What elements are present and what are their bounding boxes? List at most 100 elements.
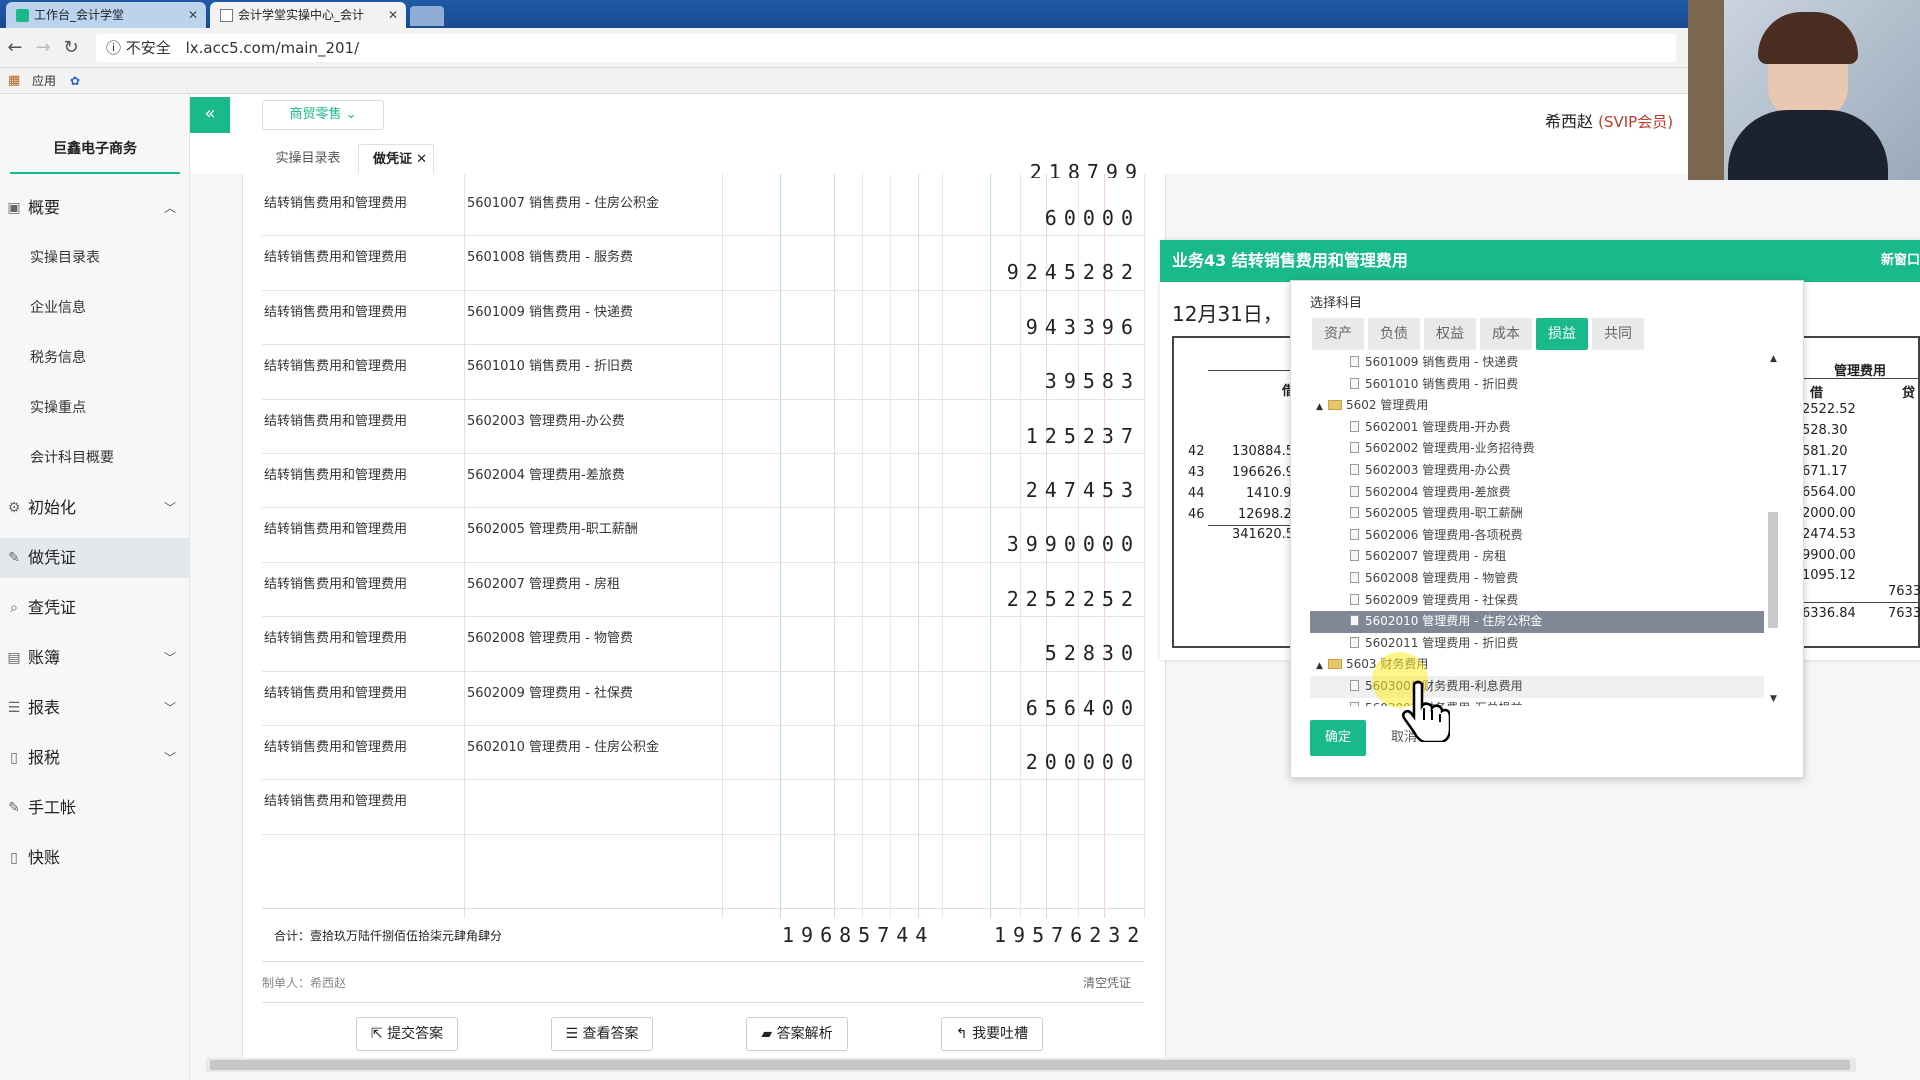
tree-leaf[interactable]: 5602004 管理费用-差旅费 — [1310, 482, 1764, 504]
nav-label: 报表 — [28, 698, 61, 717]
voucher-row[interactable]: 结转销售费用和管理费用 5602005 管理费用-职工薪酬 3990000 — [262, 508, 1144, 563]
tree-leaf[interactable]: 5602011 管理费用 - 折旧费 — [1310, 633, 1764, 655]
dashboard-icon: ▣ — [7, 200, 21, 216]
file-icon: ▯ — [10, 850, 18, 866]
voucher-row[interactable]: 结转销售费用和管理费用 5602007 管理费用 - 房租 2252252 — [262, 563, 1144, 618]
tree-label: 5601009 销售费用 - 快递费 — [1365, 355, 1519, 369]
tree-leaf[interactable]: 5602001 管理费用-开办费 — [1310, 417, 1764, 439]
submit-answer-button[interactable]: ⇱ 提交答案 — [356, 1017, 458, 1051]
collapse-sidebar-button[interactable]: « — [190, 97, 230, 133]
nav-init[interactable]: ⚙ 初始化 ﹀ — [0, 488, 190, 528]
row-debit[interactable]: 125237 — [262, 424, 1140, 448]
browser-tab[interactable]: 工作台_会计学堂 ✕ — [6, 2, 206, 28]
tree-leaf[interactable]: 5602010 管理费用 - 住房公积金 — [1310, 611, 1764, 633]
nav-reports[interactable]: ☰ 报表 ﹀ — [0, 688, 190, 728]
row-debit[interactable]: 39583 — [262, 369, 1140, 393]
expand-toggle-icon[interactable]: ▲ — [1316, 397, 1328, 419]
voucher-row[interactable]: 结转销售费用和管理费用 5601008 销售费用 - 服务费 9245282 — [262, 236, 1144, 291]
dialog-title: 选择科目 — [1310, 296, 1363, 311]
row-debit[interactable]: 2252252 — [262, 587, 1140, 611]
voucher-row[interactable]: 结转销售费用和管理费用 5601009 销售费用 - 快递费 943396 — [262, 291, 1144, 346]
row-debit[interactable]: 9245282 — [262, 260, 1140, 284]
voucher-row[interactable]: 结转销售费用和管理费用 5602008 管理费用 - 物管费 52830 — [262, 617, 1144, 672]
new-tab-button[interactable] — [410, 6, 444, 26]
nav-key-points[interactable]: 实操重点 — [0, 388, 190, 428]
nav-tax-info[interactable]: 税务信息 — [0, 338, 190, 378]
ledger-amount: 130884.5 — [1232, 444, 1295, 459]
nav-overview[interactable]: ▣ 概要 ︿ — [0, 188, 190, 228]
tree-scrollbar-thumb[interactable] — [1768, 512, 1778, 628]
forward-icon[interactable]: → — [32, 37, 54, 58]
document-icon — [1350, 485, 1359, 497]
category-tab[interactable]: 损益 — [1536, 318, 1588, 350]
view-answer-button[interactable]: ☰ 查看答案 — [551, 1017, 653, 1051]
nav-make-voucher[interactable]: ✎ 做凭证 — [0, 538, 190, 578]
nav-tax[interactable]: ▯ 报税 ﹀ — [0, 738, 190, 778]
apps-grid-icon[interactable]: ▦ — [8, 68, 20, 94]
ledger-total: 341620.5 — [1232, 527, 1295, 542]
category-tab[interactable]: 资产 — [1312, 318, 1364, 350]
back-icon[interactable]: ← — [4, 37, 26, 58]
document-icon — [1350, 377, 1359, 389]
tree-leaf[interactable]: 5602005 管理费用-职工薪酬 — [1310, 503, 1764, 525]
url-field[interactable]: ⓘ 不安全 lx.acc5.com/main_201/ — [96, 34, 1676, 62]
voucher-row[interactable]: 结转销售费用和管理费用 5601010 销售费用 - 折旧费 39583 — [262, 345, 1144, 400]
close-icon[interactable]: ✕ — [188, 2, 198, 28]
tree-leaf[interactable]: 5602003 管理费用-办公费 — [1310, 460, 1764, 482]
feedback-button[interactable]: ↰ 我要吐槽 — [941, 1017, 1043, 1051]
subject-tree[interactable]: 5601009 销售费用 - 快递费 5601010 销售费用 - 折旧费 ▲ 560… — [1310, 352, 1764, 706]
tree-leaf[interactable]: 5601010 销售费用 - 折旧费 — [1310, 374, 1764, 396]
tree-leaf[interactable]: 5602009 管理费用 - 社保费 — [1310, 590, 1764, 612]
tree-leaf[interactable]: 5602002 管理费用-业务招待费 — [1310, 438, 1764, 460]
reload-icon[interactable]: ↻ — [60, 37, 82, 58]
voucher-row[interactable]: 结转销售费用和管理费用 5601007 销售费用 - 住房公积金 60000 — [262, 182, 1144, 237]
nav-manual[interactable]: ✎ 手工帐 — [0, 788, 190, 828]
nav-account-summary[interactable]: 会计科目概要 — [0, 438, 190, 478]
voucher-row[interactable]: 结转销售费用和管理费用 5602003 管理费用-办公费 125237 — [262, 400, 1144, 454]
category-tab[interactable]: 权益 — [1424, 318, 1476, 350]
clear-voucher-link[interactable]: 清空凭证 — [1083, 974, 1131, 991]
industry-dropdown[interactable]: 商贸零售 ⌄ — [262, 100, 384, 130]
category-tab[interactable]: 成本 — [1480, 318, 1532, 350]
voucher-row[interactable]: 结转销售费用和管理费用 5602004 管理费用-差旅费 247453 — [262, 454, 1144, 509]
tree-leaf[interactable]: 5603002 财务费用-汇兑损益 — [1310, 698, 1764, 706]
row-debit[interactable]: 247453 — [262, 478, 1140, 502]
row-debit[interactable]: 943396 — [262, 315, 1140, 339]
row-debit[interactable]: 52830 — [262, 641, 1140, 665]
row-summary[interactable]: 结转销售费用和管理费用 — [264, 790, 460, 809]
scroll-down-icon[interactable]: ▼ — [1770, 694, 1777, 704]
nav-company-info[interactable]: 企业信息 — [0, 288, 190, 328]
tree-leaf[interactable]: 5602006 管理费用-各项税费 — [1310, 525, 1764, 547]
browser-tab-active[interactable]: 会计学堂实操中心_会计 ✕ — [210, 2, 406, 28]
nav-quick[interactable]: ▯ 快账 — [0, 838, 190, 878]
tree-leaf[interactable]: 5602007 管理费用 - 房租 — [1310, 546, 1764, 568]
tree-folder[interactable]: ▲ 5602 管理费用 — [1310, 395, 1764, 417]
row-debit[interactable]: 200000 — [262, 750, 1140, 774]
row-debit[interactable]: 3990000 — [262, 532, 1140, 556]
nav-label: 查凭证 — [28, 598, 77, 617]
nav-catalog[interactable]: 实操目录表 — [0, 238, 190, 278]
apps-bookmark[interactable]: 应用 — [32, 68, 56, 94]
url-text: lx.acc5.com/main_201/ — [185, 39, 360, 57]
new-window-link[interactable]: 新窗口 — [1881, 240, 1920, 282]
category-tab[interactable]: 负债 — [1368, 318, 1420, 350]
voucher-row[interactable]: 结转销售费用和管理费用 5602010 管理费用 - 住房公积金 200000 — [262, 726, 1144, 781]
row-debit[interactable]: 60000 — [262, 206, 1140, 230]
baidu-icon[interactable]: ✿ — [70, 68, 80, 94]
expand-toggle-icon[interactable]: ▲ — [1316, 656, 1328, 678]
category-tab[interactable]: 共同 — [1592, 318, 1644, 350]
nav-check-voucher[interactable]: ⌕ 查凭证 — [0, 588, 190, 628]
user-info[interactable]: 希西赵 (SVIP会员) — [1545, 108, 1673, 132]
close-icon[interactable]: ✕ — [388, 2, 398, 28]
voucher-row[interactable]: 结转销售费用和管理费用 — [262, 780, 1144, 835]
answer-analysis-button[interactable]: ▰ 答案解析 — [746, 1017, 848, 1051]
chevron-down-icon: ﹀ — [163, 751, 176, 765]
scroll-up-icon[interactable]: ▲ — [1770, 354, 1777, 364]
tree-leaf[interactable]: 5601009 销售费用 - 快递费 — [1310, 352, 1764, 374]
scrollbar-thumb[interactable] — [210, 1060, 1850, 1070]
nav-ledger[interactable]: ▤ 账簿 ﹀ — [0, 638, 190, 678]
tree-leaf[interactable]: 5602008 管理费用 - 物管费 — [1310, 568, 1764, 590]
row-debit[interactable]: 656400 — [262, 696, 1140, 720]
confirm-button[interactable]: 确定 — [1310, 720, 1366, 756]
voucher-row[interactable]: 结转销售费用和管理费用 5602009 管理费用 - 社保费 656400 — [262, 672, 1144, 726]
